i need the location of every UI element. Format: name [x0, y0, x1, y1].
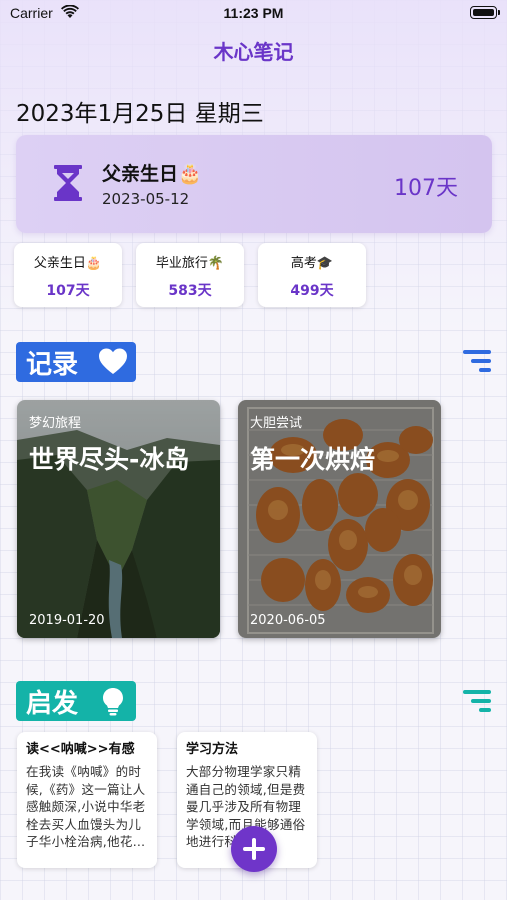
croissant-baking-image	[238, 400, 441, 638]
inspiration-title: 学习方法	[186, 742, 239, 757]
clock-time: 11:23 PM	[223, 5, 284, 21]
heart-icon	[99, 348, 127, 374]
inspiration-body: 在我读《呐喊》的时候,《药》这一篇让人感触颇深,小说中华老栓去买人血馒头为儿子华…	[26, 764, 146, 849]
iceland-canyon-image	[17, 400, 220, 638]
status-bar: Carrier 11:23 PM	[0, 0, 507, 28]
featured-event-date: 2023-05-12	[102, 190, 190, 208]
mini-countdown-card[interactable]: 毕业旅行🌴 583天	[136, 243, 244, 307]
add-button[interactable]	[231, 826, 277, 872]
mini-countdown-name: 高考🎓	[290, 256, 334, 271]
lightbulb-icon	[103, 688, 123, 716]
mini-countdown-days: 583天	[168, 283, 212, 299]
record-title: 第一次烘焙	[250, 445, 376, 474]
mini-countdown-name: 毕业旅行🌴	[155, 256, 225, 271]
inspiration-section-tag[interactable]: 启发	[16, 681, 136, 721]
record-card[interactable]: 梦幻旅程 世界尽头-冰岛 2019-01-20	[17, 400, 220, 638]
record-date: 2020-06-05	[250, 613, 326, 628]
hourglass-icon	[54, 165, 82, 201]
records-label: 记录	[26, 349, 79, 380]
featured-days-left: 107天	[394, 176, 458, 201]
mini-countdown-name: 父亲生日🎂	[33, 256, 103, 271]
record-title: 世界尽头-冰岛	[29, 445, 190, 474]
featured-event-name: 父亲生日🎂	[102, 163, 202, 185]
record-card[interactable]: 大胆尝试 第一次烘焙 2020-06-05	[238, 400, 441, 638]
record-category: 梦幻旅程	[29, 416, 82, 431]
today-date: 2023年1月25日 星期三	[16, 101, 264, 127]
filter-icon[interactable]	[461, 348, 493, 374]
mini-countdown-days: 107天	[46, 283, 90, 299]
featured-countdown-card[interactable]: 父亲生日🎂 2023-05-12 107天	[16, 135, 492, 233]
mini-countdown-days: 499天	[290, 283, 334, 299]
mini-countdown-card[interactable]: 高考🎓 499天	[258, 243, 366, 307]
mini-countdown-card[interactable]: 父亲生日🎂 107天	[14, 243, 122, 307]
inspiration-title: 读<<呐喊>>有感	[26, 742, 135, 757]
app-title: 木心笔记	[213, 40, 294, 64]
records-section-tag[interactable]: 记录	[16, 342, 136, 382]
filter-icon[interactable]	[461, 688, 493, 714]
inspiration-label: 启发	[26, 688, 79, 719]
inspiration-card[interactable]: 读<<呐喊>>有感 在我读《呐喊》的时候,《药》这一篇让人感触颇深,小说中华老栓…	[17, 732, 157, 868]
record-category: 大胆尝试	[250, 416, 303, 431]
battery-icon	[470, 6, 500, 19]
record-date: 2019-01-20	[29, 613, 105, 628]
